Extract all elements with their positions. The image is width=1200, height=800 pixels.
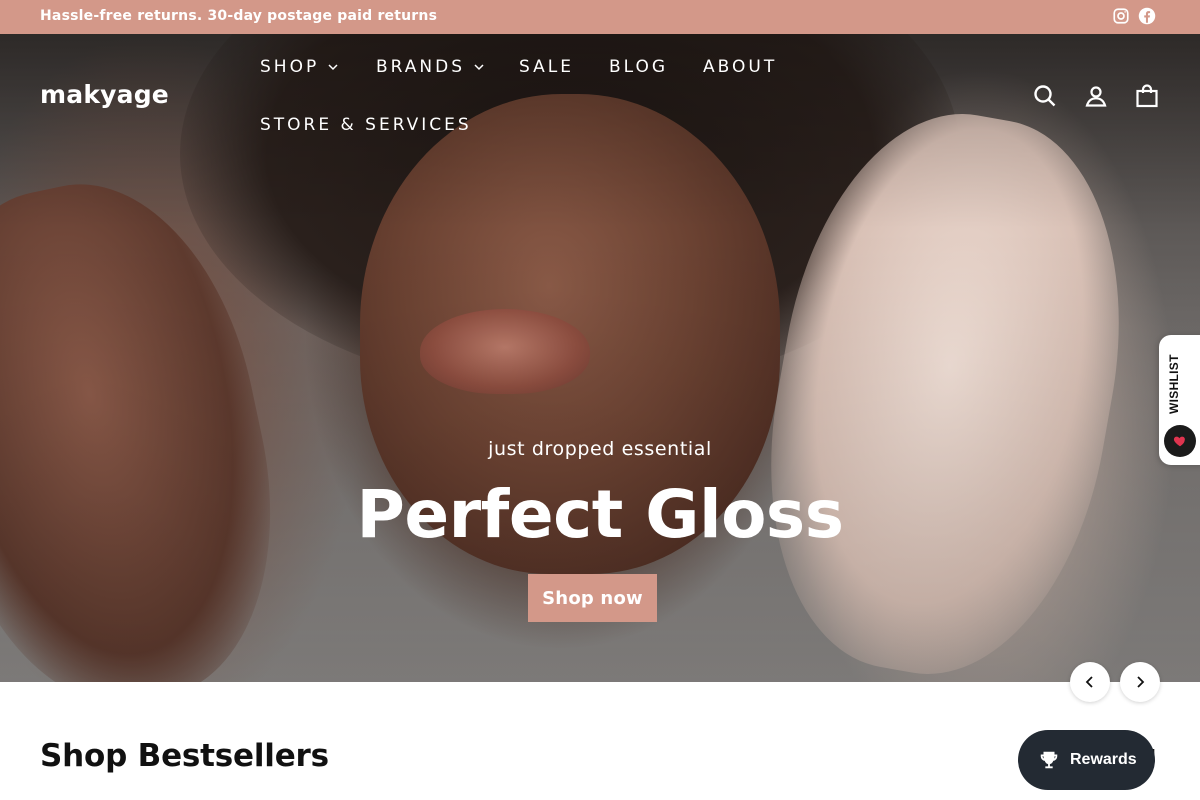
chevron-down-icon [327,61,339,73]
rewards-label: Rewards [1070,751,1137,768]
hero-title: Perfect Gloss [356,476,844,553]
nav-about[interactable]: ABOUT [703,57,777,77]
nav-shop-label: SHOP [260,57,320,77]
facebook-icon[interactable] [1138,7,1156,25]
previous-slide-button[interactable] [1070,662,1110,702]
site-logo[interactable]: makyage [40,80,169,109]
nav-store-services[interactable]: STORE & SERVICES [260,115,472,135]
shop-now-button[interactable]: Shop now [528,574,657,622]
nav-about-label: ABOUT [703,57,778,77]
chevron-right-icon [1137,676,1145,688]
nav-blog-label: BLOG [609,57,669,77]
heart-icon [1164,425,1196,457]
account-icon[interactable] [1083,83,1109,109]
cart-icon[interactable] [1134,83,1160,109]
chevron-down-icon [473,61,485,73]
hero-kicker: just dropped essential [488,438,712,460]
section-title-bestsellers: Shop Bestsellers [40,738,329,774]
nav-brands-label: BRANDS [376,57,466,77]
wishlist-label: WISHLIST [1167,354,1181,414]
instagram-icon[interactable] [1112,7,1130,25]
nav-sale[interactable]: SALE [519,57,574,77]
nav-shop[interactable]: SHOP [260,57,339,77]
announcement-text: Hassle-free returns. 30-day postage paid… [40,8,438,24]
announcement-bar: Hassle-free returns. 30-day postage paid… [0,0,1200,34]
nav-store-services-label: STORE & SERVICES [260,115,472,135]
nav-blog[interactable]: BLOG [609,57,668,77]
wishlist-tab[interactable]: WISHLIST [1159,335,1200,465]
next-slide-button[interactable] [1120,662,1160,702]
trophy-icon [1038,749,1060,771]
nav-brands[interactable]: BRANDS [376,57,485,77]
chevron-left-icon [1085,676,1093,688]
nav-sale-label: SALE [519,57,574,77]
search-icon[interactable] [1032,83,1058,109]
rewards-button[interactable]: Rewards [1018,730,1155,790]
